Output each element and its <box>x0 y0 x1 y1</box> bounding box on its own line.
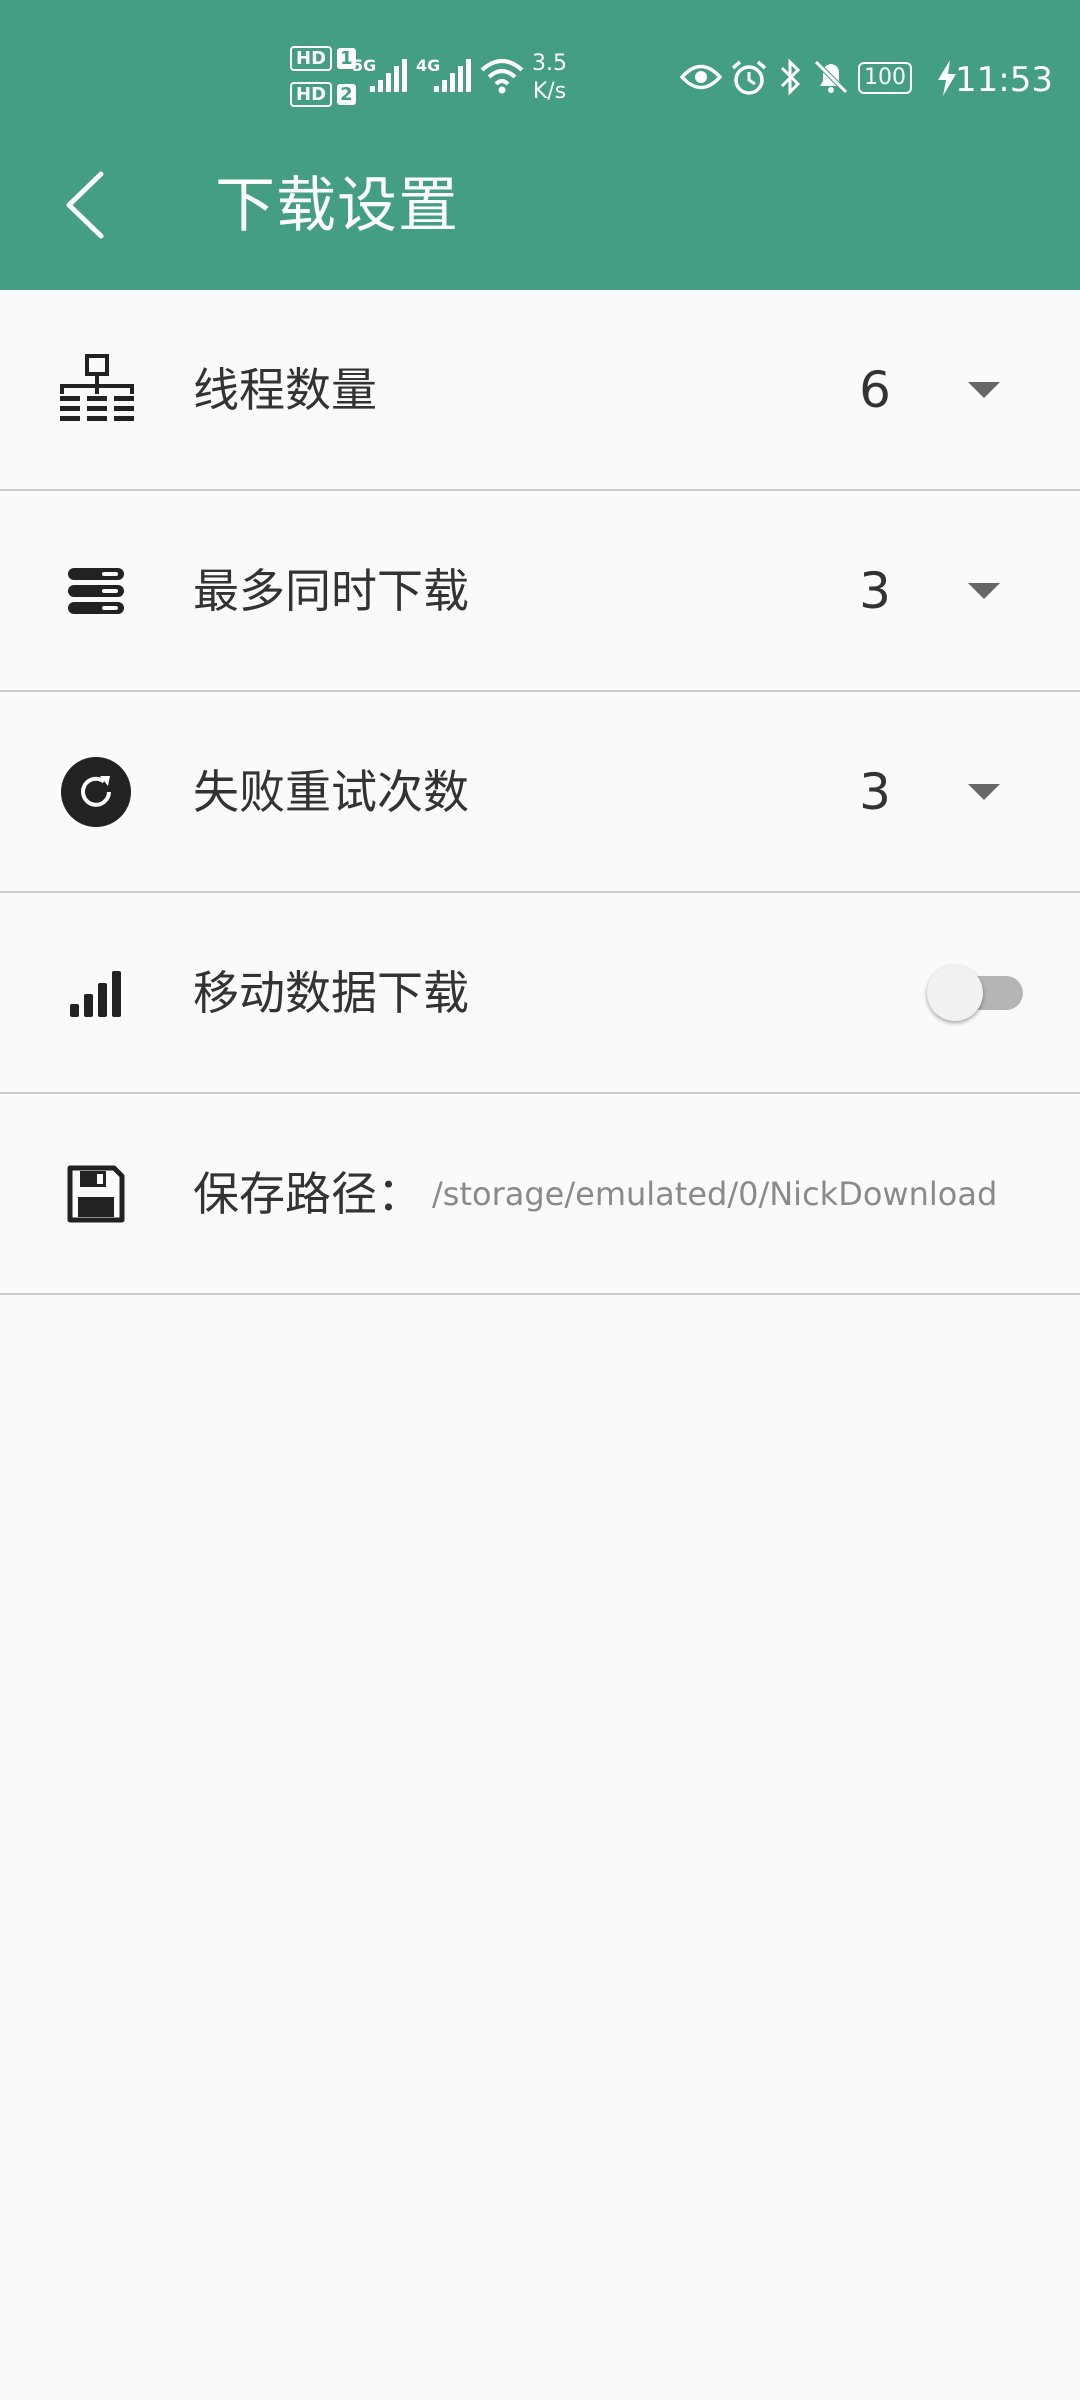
speed-unit: K/s <box>532 79 567 104</box>
setting-mobile-data-download[interactable]: 移动数据下载 <box>0 893 1080 1094</box>
setting-value: 6 <box>859 361 891 419</box>
bluetooth-icon <box>780 58 801 96</box>
status-bar: HD 1 HD 2 5G 4G 3.5 K/s 100 11:53 <box>0 0 1080 160</box>
app-bar: HD 1 HD 2 5G 4G 3.5 K/s 100 11:53 下载设置 <box>0 0 1080 290</box>
alarm-icon <box>731 60 767 95</box>
speed-value: 3.5 <box>532 51 567 76</box>
mobile-data-toggle[interactable] <box>925 963 1025 1023</box>
stack-icon <box>58 553 134 629</box>
chevron-left-icon <box>66 171 104 239</box>
dropdown-arrow-icon[interactable] <box>968 583 1000 599</box>
signal-bars-icon <box>58 955 134 1031</box>
hd-badge: HD <box>290 46 333 71</box>
cell-signal-icon <box>370 59 407 92</box>
setting-label: 保存路径： <box>193 1167 423 1221</box>
sim-number: 2 <box>337 84 356 105</box>
page-title: 下载设置 <box>215 171 459 241</box>
hd-badge: HD <box>290 82 333 107</box>
setting-label: 移动数据下载 <box>193 966 469 1020</box>
setting-save-path[interactable]: 保存路径： /storage/emulated/0/NickDownload <box>0 1094 1080 1295</box>
setting-label: 失败重试次数 <box>193 765 469 819</box>
save-icon <box>58 1156 134 1232</box>
setting-thread-count[interactable]: 线程数量 6 <box>0 290 1080 491</box>
sim1-indicator: HD 1 <box>290 46 356 71</box>
network-speed: 3.5 K/s <box>532 50 567 106</box>
toggle-thumb <box>927 965 983 1021</box>
setting-label: 线程数量 <box>193 363 377 417</box>
setting-value: 3 <box>859 562 891 620</box>
setting-max-concurrent-downloads[interactable]: 最多同时下载 3 <box>0 491 1080 692</box>
eye-icon <box>680 64 722 90</box>
back-button[interactable] <box>40 150 130 260</box>
dropdown-arrow-icon[interactable] <box>968 784 1000 800</box>
save-path-value: /storage/emulated/0/NickDownload <box>432 1175 998 1213</box>
setting-retry-count[interactable]: 失败重试次数 3 <box>0 692 1080 893</box>
clock: 11:53 <box>955 60 1053 100</box>
sim2-indicator: HD 2 <box>290 82 356 107</box>
setting-value: 3 <box>859 763 891 821</box>
setting-label: 最多同时下载 <box>193 564 469 618</box>
network-icon <box>58 352 134 428</box>
settings-list: 线程数量 6 最多同时下载 3 失败重试次数 3 移动数据下载 保存路径： /s… <box>0 290 1080 1295</box>
refresh-icon <box>58 754 134 830</box>
wifi-icon <box>480 59 524 94</box>
cell-signal-icon <box>434 59 471 92</box>
battery-level: 100 <box>858 62 912 94</box>
mute-bell-icon <box>814 60 848 94</box>
dropdown-arrow-icon[interactable] <box>968 382 1000 398</box>
